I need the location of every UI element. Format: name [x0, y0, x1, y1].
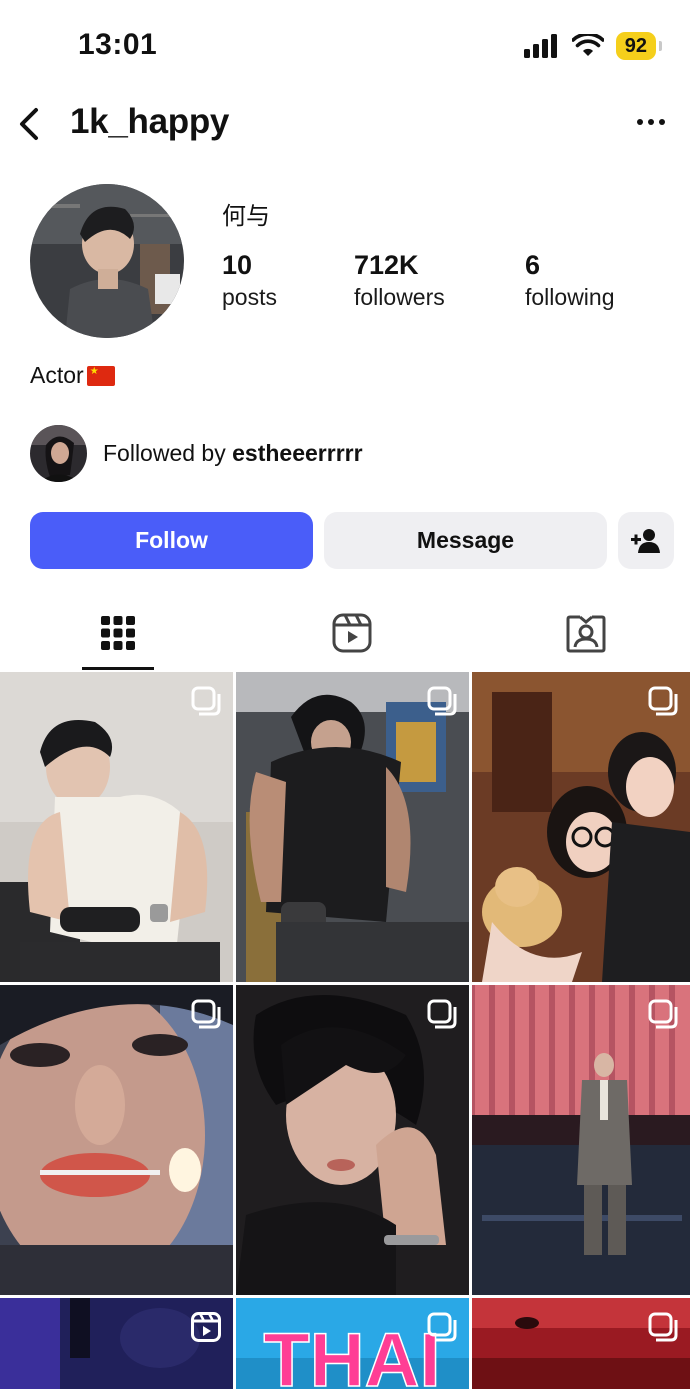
posts-grid-icon	[101, 616, 135, 650]
more-options-button[interactable]	[634, 112, 668, 132]
followed-by-name: estheeerrrrr	[232, 439, 363, 466]
followers-label: followers	[354, 284, 445, 310]
posts-count: 10	[222, 250, 253, 280]
china-flag-icon	[86, 365, 115, 386]
profile-header: 1k_happy	[0, 96, 690, 156]
profile-tabs	[0, 596, 690, 670]
posts-grid: THAI	[0, 672, 690, 1389]
profile-avatar[interactable]	[30, 184, 184, 338]
display-name: 何与	[222, 203, 270, 230]
posts-label: posts	[222, 284, 277, 310]
followers-count: 712K	[354, 250, 419, 280]
dot-icon	[659, 119, 665, 125]
post-thumbnail[interactable]	[472, 672, 690, 982]
reel-icon	[191, 1312, 221, 1342]
post-image	[0, 985, 233, 1295]
profile-bio: Actor	[30, 362, 115, 389]
post-thumbnail[interactable]: THAI	[236, 1298, 469, 1389]
carousel-icon	[427, 999, 457, 1029]
carousel-icon	[648, 1312, 678, 1342]
tagged-icon	[566, 615, 606, 653]
post-image	[472, 985, 690, 1295]
carousel-icon	[191, 999, 221, 1029]
carousel-icon	[191, 686, 221, 716]
tab-posts[interactable]	[63, 596, 173, 670]
tab-tagged[interactable]	[531, 596, 641, 670]
post-thumbnail[interactable]	[0, 985, 233, 1295]
status-bar: 13:01 92	[0, 0, 690, 92]
following-label: following	[525, 284, 615, 310]
post-thumbnail[interactable]	[236, 985, 469, 1295]
active-tab-indicator	[82, 667, 154, 670]
add-person-icon	[631, 528, 660, 553]
post-thumbnail[interactable]	[472, 985, 690, 1295]
post-image	[472, 672, 690, 982]
carousel-icon	[648, 999, 678, 1029]
carousel-icon	[648, 686, 678, 716]
post-thumbnail[interactable]	[236, 672, 469, 982]
status-icons: 92	[523, 32, 663, 60]
carousel-icon	[427, 686, 457, 716]
tab-reels[interactable]	[297, 596, 407, 670]
thai-title-text: THAI	[263, 1318, 440, 1389]
wifi-icon	[571, 34, 604, 56]
post-image	[236, 672, 469, 982]
back-button[interactable]	[14, 104, 50, 144]
following-stat[interactable]: 6 following	[525, 248, 615, 312]
signal-icon	[523, 34, 557, 58]
posts-stat[interactable]: 10 posts	[222, 248, 277, 312]
reels-icon	[332, 613, 372, 653]
carousel-icon	[427, 1312, 457, 1342]
following-count: 6	[525, 250, 541, 280]
chevron-left-icon	[20, 108, 38, 140]
post-thumbnail[interactable]	[472, 1298, 690, 1389]
bio-text: Actor	[30, 362, 84, 388]
status-time: 13:01	[78, 28, 158, 61]
profile-stats: 10 posts 712K followers 6 following	[222, 248, 662, 318]
followed-by-prefix: Followed by	[103, 439, 233, 466]
battery-indicator: 92	[615, 32, 663, 60]
profile-username: 1k_happy	[70, 102, 230, 141]
dot-icon	[637, 119, 643, 125]
follower-avatar	[30, 424, 87, 482]
follow-button[interactable]: Follow	[30, 512, 313, 569]
followers-stat[interactable]: 712K followers	[354, 248, 445, 312]
post-thumbnail[interactable]	[0, 672, 233, 982]
suggested-users-button[interactable]	[618, 512, 674, 569]
followed-by-text: Followed by estheeerrrrr	[103, 440, 363, 467]
post-image	[236, 985, 469, 1295]
avatar-photo	[30, 184, 184, 338]
post-thumbnail[interactable]	[0, 1298, 233, 1389]
post-image	[0, 672, 233, 982]
dot-icon	[648, 119, 654, 125]
message-button[interactable]: Message	[324, 512, 607, 569]
followed-by-row[interactable]: Followed by estheeerrrrr	[30, 424, 363, 482]
